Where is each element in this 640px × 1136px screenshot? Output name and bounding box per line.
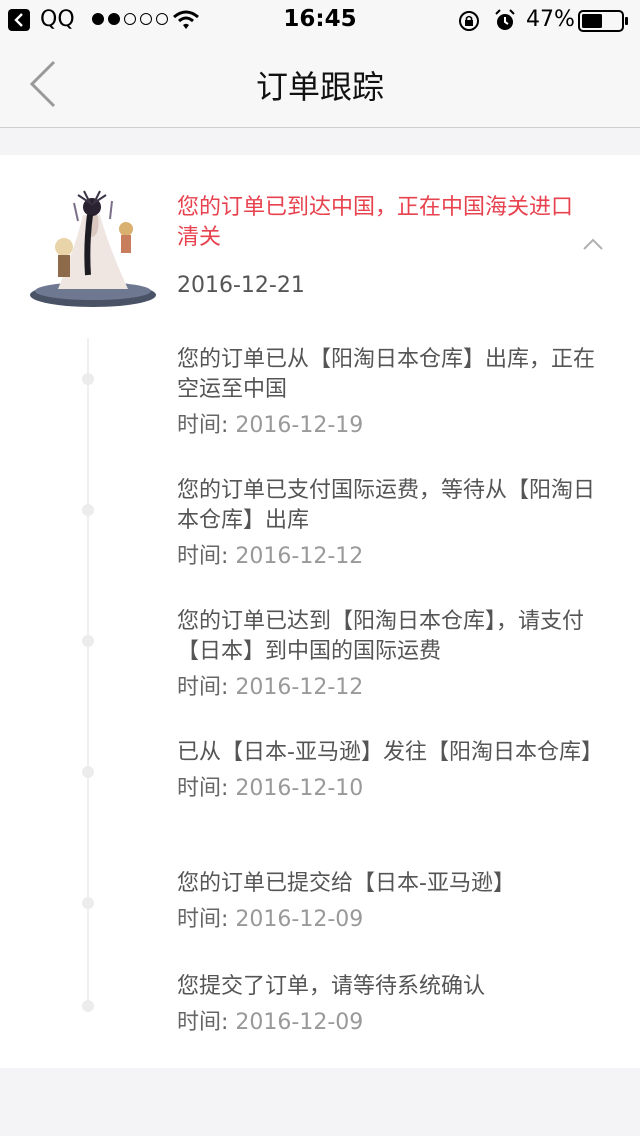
timeline-event: 您的订单已支付国际运费，等待从【阳淘日本仓库】出库 时间: 2016-12-12 [177, 476, 607, 572]
latest-date: 2016-12-21 [177, 273, 305, 298]
time-label: 时间: [177, 907, 229, 932]
timeline-line [87, 338, 89, 1010]
event-time: 时间: 2016-12-19 [177, 411, 607, 441]
time-label: 时间: [177, 675, 229, 700]
timeline-event: 您的订单已达到【阳淘日本仓库】，请支付【日本】到中国的国际运费 时间: 2016… [177, 607, 607, 703]
timeline-event: 您的订单已提交给【日本-亚马逊】 时间: 2016-12-09 [177, 869, 607, 935]
event-text: 您的订单已从【阳淘日本仓库】出库，正在空运至中国 [177, 347, 596, 402]
event-text: 您的订单已支付国际运费，等待从【阳淘日本仓库】出库 [177, 478, 596, 533]
event-time: 时间: 2016-12-12 [177, 542, 607, 572]
timeline-node [82, 504, 94, 516]
event-text: 您的订单已提交给【日本-亚马逊】 [177, 871, 515, 896]
event-time: 时间: 2016-12-09 [177, 1008, 607, 1038]
event-text: 您的订单已达到【阳淘日本仓库】，请支付【日本】到中国的国际运费 [177, 609, 585, 664]
event-time: 时间: 2016-12-10 [177, 774, 607, 804]
timeline-node [82, 635, 94, 647]
time-value: 2016-12-09 [235, 907, 364, 932]
time-label: 时间: [177, 776, 229, 801]
timeline-node [82, 373, 94, 385]
battery-icon [578, 10, 628, 32]
event-text: 您提交了订单，请等待系统确认 [177, 974, 486, 999]
status-bar: QQ 16:45 47% [0, 0, 640, 40]
timeline-node [82, 897, 94, 909]
event-time: 时间: 2016-12-09 [177, 905, 607, 935]
chevron-up-icon[interactable] [582, 237, 604, 251]
time-label: 时间: [177, 544, 229, 569]
timeline-event: 已从【日本-亚马逊】发往【阳淘日本仓库】 时间: 2016-12-10 [177, 738, 607, 804]
time-label: 时间: [177, 413, 229, 438]
time-value: 2016-12-12 [235, 675, 364, 700]
timeline-node [82, 1000, 94, 1012]
alarm-icon [495, 9, 515, 30]
page-title: 订单跟踪 [255, 68, 384, 106]
product-thumbnail[interactable] [28, 185, 158, 310]
time-value: 2016-12-09 [235, 1010, 364, 1035]
timeline-event: 您提交了订单，请等待系统确认 时间: 2016-12-09 [177, 972, 607, 1038]
time-value: 2016-12-12 [235, 544, 364, 569]
rotation-lock-icon [459, 11, 479, 31]
latest-status: 您的订单已到达中国，正在中国海关进口清关 [177, 195, 574, 250]
event-time: 时间: 2016-12-12 [177, 673, 607, 703]
time-value: 2016-12-19 [235, 413, 364, 438]
timeline-node [82, 766, 94, 778]
event-text: 已从【日本-亚马逊】发往【阳淘日本仓库】 [177, 740, 603, 765]
nav-bar: 订单跟踪 [0, 40, 640, 128]
time-value: 2016-12-10 [235, 776, 364, 801]
tracking-card: 您的订单已到达中国，正在中国海关进口清关 2016-12-21 您的订单已从【阳… [0, 155, 640, 1068]
battery-percent: 47% [526, 7, 575, 32]
timeline-event: 您的订单已从【阳淘日本仓库】出库，正在空运至中国 时间: 2016-12-19 [177, 345, 607, 441]
time-label: 时间: [177, 1010, 229, 1035]
